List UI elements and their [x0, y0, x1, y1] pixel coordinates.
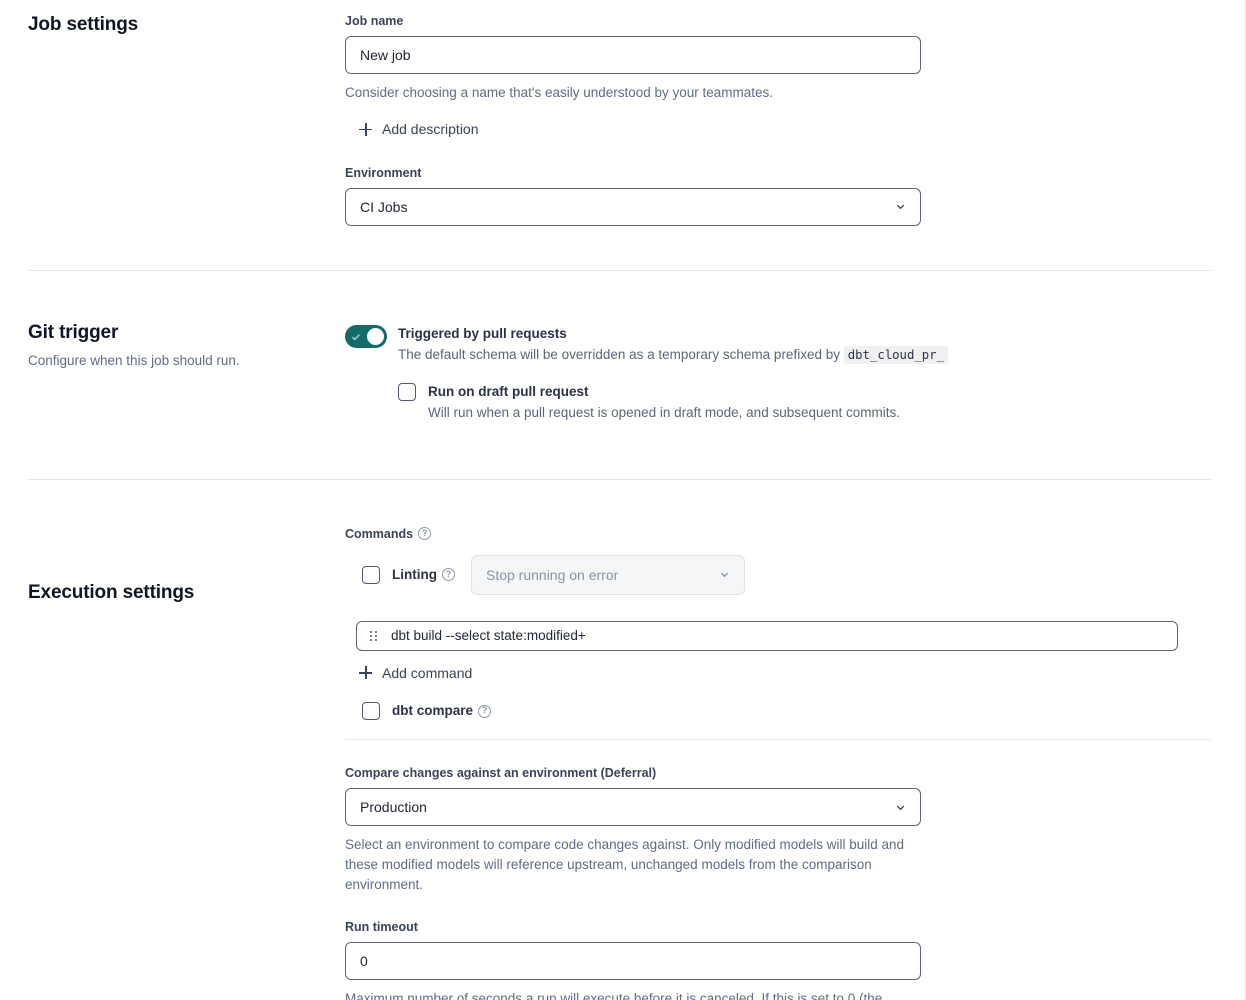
deferral-select[interactable]: Production — [345, 788, 921, 826]
commands-label-group: Commands ? — [345, 526, 1211, 542]
command-value: dbt build --select state:modified+ — [391, 628, 586, 643]
draft-pr-row: Run on draft pull request Will run when … — [398, 382, 1211, 423]
job-name-value: New job — [360, 47, 411, 63]
dbt-compare-row: dbt compare ? — [362, 702, 1211, 720]
help-icon-linting-glyph: ? — [445, 568, 452, 579]
triggered-by-pr-text: Triggered by pull requests The default s… — [398, 325, 948, 365]
linting-error-mode-select[interactable]: Stop running on error — [470, 554, 745, 595]
draft-pr-label: Run on draft pull request — [428, 383, 589, 399]
run-timeout-label: Run timeout — [345, 920, 418, 934]
job-name-label: Job name — [345, 14, 404, 28]
help-icon-dbt-compare-glyph: ? — [481, 705, 488, 715]
environment-value: CI Jobs — [360, 198, 408, 215]
environment-field-group: Environment CI Jobs — [345, 165, 1211, 226]
environment-label: Environment — [345, 165, 422, 180]
chevron-down-icon — [895, 802, 906, 813]
dbt-compare-label: dbt compare — [392, 703, 474, 718]
execution-settings-heading-col: Execution settings — [0, 526, 345, 1000]
environment-select[interactable]: CI Jobs — [345, 187, 921, 226]
add-command-label: Add command — [382, 664, 473, 681]
draft-pr-text: Run on draft pull request Will run when … — [428, 383, 900, 423]
add-command-button[interactable]: Add command — [359, 665, 472, 681]
help-icon-linting[interactable]: ? — [441, 568, 455, 581]
section-job-settings: Job settings Job name New job Consider c… — [0, 0, 1245, 226]
run-timeout-hint: Maximum number of seconds a run will exe… — [345, 991, 883, 1000]
triggered-by-pr-desc: The default schema will be overridden as… — [398, 345, 948, 365]
section-git-trigger: Git trigger Configure when this job shou… — [0, 271, 1245, 423]
job-settings-page: Job settings Job name New job Consider c… — [0, 0, 1246, 1000]
git-trigger-subtitle: Configure when this job should run. — [28, 352, 240, 368]
drag-handle-icon[interactable] — [370, 630, 377, 641]
execution-inner-divider — [345, 739, 1211, 740]
commands-label: Commands — [345, 526, 414, 541]
execution-settings-fields: Commands ? Linting ? Stop running on err… — [345, 526, 1245, 1000]
section-execution-settings: Execution settings Commands ? Linting ? … — [0, 480, 1245, 1000]
deferral-value: Production — [360, 799, 427, 815]
run-timeout-value: 0 — [360, 953, 368, 969]
job-settings-fields: Job name New job Consider choosing a nam… — [345, 13, 1245, 226]
git-trigger-fields: Triggered by pull requests The default s… — [345, 321, 1245, 423]
git-trigger-heading-col: Git trigger Configure when this job shou… — [0, 321, 345, 423]
job-name-field-group: Job name New job Consider choosing a nam… — [345, 13, 1211, 103]
draft-pr-checkbox[interactable] — [398, 382, 416, 401]
linting-row: Linting ? Stop running on error — [362, 554, 1211, 595]
execution-settings-title: Execution settings — [28, 581, 195, 603]
schema-prefix-chip: dbt_cloud_pr_ — [843, 345, 948, 364]
linting-checkbox[interactable] — [362, 565, 380, 584]
add-description-label: Add description — [382, 121, 479, 137]
linting-label: Linting — [392, 566, 437, 582]
dbt-compare-checkbox[interactable] — [362, 702, 380, 720]
toggle-knob — [367, 327, 384, 345]
job-settings-heading-col: Job settings — [0, 13, 345, 226]
linting-error-mode-value: Stop running on error — [485, 566, 619, 583]
deferral-hint: Select an environment to compare code ch… — [345, 837, 905, 892]
triggered-by-pr-toggle[interactable] — [345, 324, 387, 348]
help-icon-dbt-compare[interactable]: ? — [478, 704, 492, 718]
git-trigger-title: Git trigger — [28, 321, 119, 343]
deferral-label: Compare changes against an environment (… — [345, 766, 657, 780]
plus-icon — [359, 666, 372, 679]
draft-pr-desc: Will run when a pull request is opened i… — [428, 404, 901, 420]
chevron-down-icon — [719, 569, 730, 580]
job-name-hint: Consider choosing a name that's easily u… — [345, 85, 774, 100]
help-icon-commands[interactable]: ? — [418, 527, 432, 540]
plus-icon — [359, 122, 372, 136]
run-timeout-input[interactable]: 0 — [345, 942, 921, 980]
chevron-down-icon — [895, 201, 906, 212]
triggered-by-pr-row: Triggered by pull requests The default s… — [345, 324, 1211, 365]
command-input-row[interactable]: dbt build --select state:modified+ — [356, 620, 1178, 651]
triggered-by-pr-label: Triggered by pull requests — [398, 325, 567, 341]
deferral-field-group: Compare changes against an environment (… — [345, 765, 1211, 895]
job-name-input[interactable]: New job — [345, 36, 921, 74]
add-description-button[interactable]: Add description — [359, 121, 479, 137]
run-timeout-field-group: Run timeout 0 Maximum number of seconds … — [345, 919, 1211, 1000]
check-icon — [350, 330, 362, 342]
help-icon-commands-glyph: ? — [421, 527, 428, 538]
page-title: Job settings — [28, 14, 139, 35]
triggered-by-pr-desc-text: The default schema will be overridden as… — [398, 346, 840, 362]
